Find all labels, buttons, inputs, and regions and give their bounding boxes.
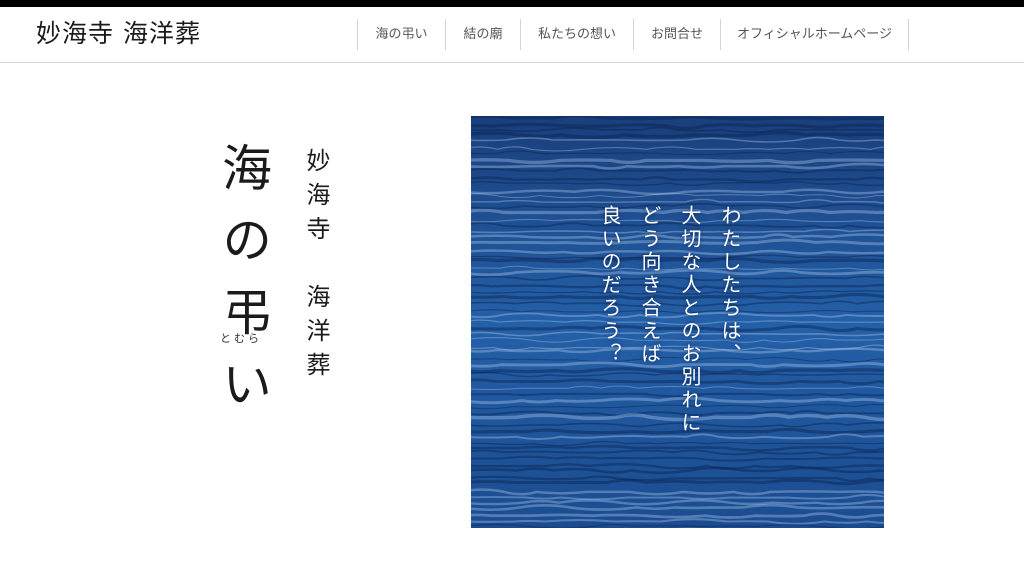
hero-title: 海の弔い (214, 142, 272, 430)
nav-item-musubi-no-byo[interactable]: 結の廟 (445, 19, 520, 50)
main-nav: 海の弔い 結の廟 私たちの想い お問合せ オフィシャルホームページ (357, 19, 909, 50)
hero-subtitle: 妙海寺 海洋葬 (302, 148, 330, 386)
hero-poem: わたしたちは、 大切な人とのお別れに どう向き合えば 良いのだろう？ (598, 205, 742, 435)
site-header: 妙海寺 海洋葬 海の弔い 結の廟 私たちの想い お問合せ オフィシャルホームペー… (0, 7, 1024, 63)
nav-item-official-homepage[interactable]: オフィシャルホームページ (720, 19, 909, 50)
hero-title-ruby: とむら (220, 332, 262, 345)
nav-item-contact[interactable]: お問合せ (633, 19, 720, 50)
nav-item-umi-no-tomurai[interactable]: 海の弔い (357, 19, 445, 50)
site-title[interactable]: 妙海寺 海洋葬 (36, 17, 201, 51)
nav-item-our-thoughts[interactable]: 私たちの想い (520, 19, 633, 50)
top-bar (0, 0, 1024, 7)
